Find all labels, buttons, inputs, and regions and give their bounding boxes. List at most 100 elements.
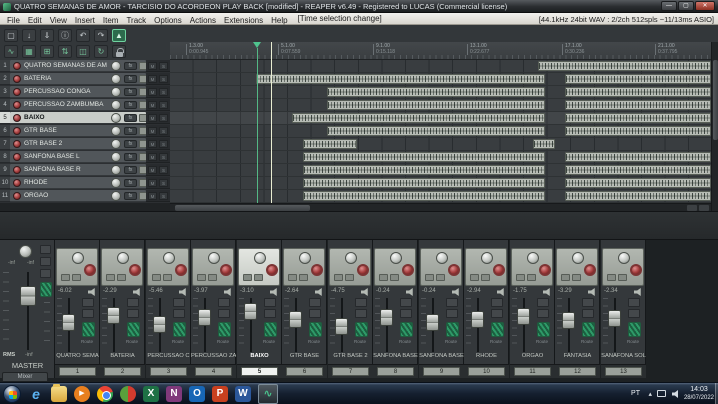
track-volume-knob[interactable]	[111, 113, 121, 123]
audio-item[interactable]	[565, 113, 711, 123]
master-menu-button[interactable]	[40, 245, 51, 254]
ripple-edit-icon[interactable]: ⇅	[58, 45, 72, 58]
master-env-button[interactable]	[40, 269, 51, 278]
mute-speaker-icon[interactable]	[315, 288, 324, 296]
track-panel-row[interactable]: 1QUATRO SEMANAS DE AMfxMS	[0, 60, 170, 73]
track-panel-row[interactable]: 4PERCUSSÃO ZAMBUMBAfxMS	[0, 99, 170, 112]
monitor-button[interactable]	[446, 309, 458, 318]
fx-insert-button[interactable]	[491, 322, 504, 337]
mute-speaker-icon[interactable]	[179, 288, 188, 296]
record-arm-button[interactable]	[13, 114, 21, 122]
record-arm-button[interactable]	[539, 264, 551, 276]
track-header[interactable]: PERCUSSÃO ZAMBUMBAfx	[10, 99, 146, 111]
env-button[interactable]	[299, 274, 308, 281]
strip-number-button[interactable]: 6	[286, 367, 323, 376]
volume-readout[interactable]: -2.34	[604, 288, 618, 294]
track-fx-button[interactable]: fx	[124, 153, 137, 161]
phase-button[interactable]	[309, 298, 321, 307]
monitor-button[interactable]	[173, 309, 185, 318]
track-volume-knob[interactable]	[111, 191, 121, 201]
phase-button[interactable]	[537, 298, 549, 307]
track-lane[interactable]	[170, 60, 711, 73]
mute-button[interactable]: M	[148, 101, 157, 109]
record-arm-button[interactable]	[13, 140, 21, 148]
mixer-strip[interactable]: -3.29RouteFANTASIA12	[555, 240, 600, 378]
strip-number-button[interactable]: 10	[468, 367, 505, 376]
env-button[interactable]	[117, 274, 126, 281]
record-arm-button[interactable]	[402, 264, 414, 276]
volume-fader[interactable]	[608, 310, 621, 327]
track-header[interactable]: GTR BASE 2fx	[10, 138, 146, 150]
track-volume-knob[interactable]	[111, 100, 121, 110]
record-arm-button[interactable]	[630, 264, 642, 276]
record-arm-button[interactable]	[311, 264, 323, 276]
strip-number-button[interactable]: 1	[59, 367, 96, 376]
mute-button[interactable]: M	[148, 192, 157, 200]
internet-explorer-taskbar-icon[interactable]: e	[28, 386, 44, 402]
timeline-ruler[interactable]: 1.3.000:00.9455.1.000:07.5599.1.000:15.1…	[170, 42, 711, 60]
track-fx-button[interactable]: fx	[124, 179, 137, 187]
mute-speaker-icon[interactable]	[224, 288, 233, 296]
track-volume-knob[interactable]	[111, 126, 121, 136]
record-arm-button[interactable]	[13, 75, 21, 83]
media-explorer-icon[interactable]: ▦	[22, 45, 36, 58]
mute-button[interactable]: M	[148, 127, 157, 135]
volume-readout[interactable]: -3.10	[240, 288, 254, 294]
fx-insert-button[interactable]	[264, 322, 277, 337]
volume-fader[interactable]	[562, 312, 575, 329]
monitor-button[interactable]	[582, 309, 594, 318]
mute-speaker-icon[interactable]	[497, 288, 506, 296]
mute-button[interactable]: M	[148, 179, 157, 187]
mute-button[interactable]: M	[148, 166, 157, 174]
menu-extensions[interactable]: Extensions	[220, 16, 267, 25]
close-button[interactable]: ✕	[695, 1, 715, 11]
onenote-taskbar-icon[interactable]: N	[166, 386, 182, 402]
strip-number-button[interactable]: 11	[514, 367, 551, 376]
volume-fader[interactable]	[471, 311, 484, 328]
mixer-strip[interactable]: -0.24RouteSANFONA BASE8	[373, 240, 418, 378]
env-button[interactable]	[72, 274, 81, 281]
record-arm-button[interactable]	[13, 179, 21, 187]
minimize-button[interactable]: —	[661, 1, 677, 11]
volume-readout[interactable]: -3.97	[194, 288, 208, 294]
phase-button[interactable]	[446, 298, 458, 307]
track-volume-knob[interactable]	[111, 165, 121, 175]
record-arm-button[interactable]	[13, 127, 21, 135]
track-lane[interactable]	[170, 177, 711, 190]
track-fx-button[interactable]: fx	[124, 62, 137, 70]
audio-item[interactable]	[327, 126, 545, 136]
menu-file[interactable]: File	[3, 16, 24, 25]
menu-options[interactable]: Options	[150, 16, 186, 25]
track-panel-row[interactable]: 6GTR BASEfxMS	[0, 125, 170, 138]
mute-speaker-icon[interactable]	[270, 288, 279, 296]
menu-insert[interactable]: Insert	[71, 16, 99, 25]
record-arm-button[interactable]	[13, 153, 21, 161]
fx-insert-button[interactable]	[400, 322, 413, 337]
master-strip[interactable]: -inf -inf RMS -inf MASTER Mixer	[0, 240, 55, 378]
track-volume-knob[interactable]	[111, 61, 121, 71]
mute-speaker-icon[interactable]	[543, 288, 552, 296]
solo-button[interactable]: S	[159, 75, 168, 83]
track-volume-knob[interactable]	[111, 74, 121, 84]
mute-speaker-icon[interactable]	[406, 288, 415, 296]
volume-fader[interactable]	[426, 314, 439, 331]
track-volume-knob[interactable]	[111, 178, 121, 188]
fx-insert-button[interactable]	[628, 322, 641, 337]
track-lane[interactable]	[170, 164, 711, 177]
audio-item[interactable]	[565, 126, 711, 136]
volume-readout[interactable]: -6.02	[58, 288, 72, 294]
track-header[interactable]: PERCUSSÃO CONGAfx	[10, 86, 146, 98]
phase-button[interactable]	[628, 298, 640, 307]
pan-knob[interactable]	[390, 252, 402, 264]
solo-button[interactable]: S	[159, 153, 168, 161]
volume-icon[interactable]	[672, 390, 680, 398]
monitor-button[interactable]	[127, 309, 139, 318]
audio-item[interactable]	[565, 152, 711, 162]
io-button[interactable]	[243, 274, 252, 281]
strip-number-button[interactable]: 2	[104, 367, 141, 376]
track-lane[interactable]	[170, 151, 711, 164]
crossfade-icon[interactable]: ◫	[76, 45, 90, 58]
new-project-icon[interactable]: ▢	[4, 29, 18, 42]
volume-fader[interactable]	[335, 318, 348, 335]
audio-item[interactable]	[256, 74, 545, 84]
